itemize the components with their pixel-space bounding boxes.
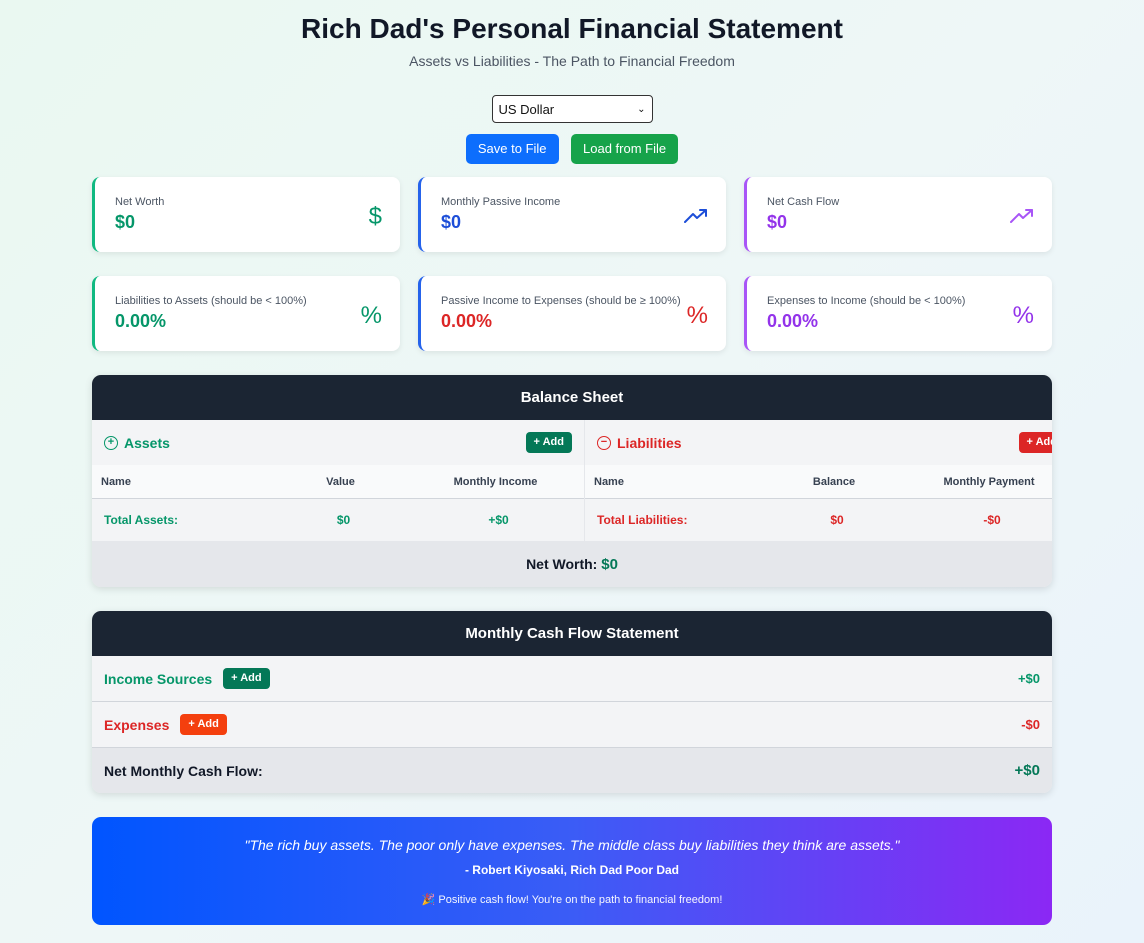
metric-card-net-worth: Net Worth $0 $ — [92, 177, 400, 252]
save-to-file-button[interactable]: Save to File — [465, 134, 559, 164]
status-message: 🎉 Positive cash flow! You're on the path… — [421, 894, 723, 906]
metric-label: Passive Income to Expenses (should be ≥ … — [441, 295, 681, 307]
total-assets-value: $0 — [336, 513, 351, 527]
column-header-name: Name — [594, 475, 624, 488]
metric-value: $0 — [441, 212, 462, 232]
metric-label: Liabilities to Assets (should be < 100%) — [115, 295, 307, 307]
net-worth-label: Net Worth: — [526, 556, 598, 572]
expenses-row: Expenses + Add -$0 — [92, 702, 1052, 748]
metric-value: $0 — [767, 212, 788, 232]
liabilities-total-row: Total Liabilities: $0 -$0 — [585, 499, 1052, 541]
assets-header: + Assets + Add — [92, 420, 584, 465]
income-sources-left: Income Sources + Add — [104, 668, 270, 689]
metric-label: Expenses to Income (should be < 100%) — [767, 295, 966, 307]
balance-sheet-panel: Balance Sheet + Assets + Add Name Value … — [92, 375, 1052, 587]
add-liability-label: Add — [1035, 436, 1052, 448]
column-header-name: Name — [101, 475, 131, 488]
column-header-monthly-payment: Monthly Payment — [943, 475, 1035, 488]
quote-banner: "The rich buy assets. The poor only have… — [92, 817, 1052, 925]
metric-value: 0.00% — [115, 311, 167, 331]
add-income-button[interactable]: + Add — [223, 668, 270, 689]
quote-author: - Robert Kiyosaki, Rich Dad Poor Dad — [464, 863, 680, 877]
assets-heading: + Assets — [104, 435, 170, 451]
liabilities-header: − Liabilities + Add — [585, 420, 1052, 465]
income-total: +$0 — [1017, 671, 1040, 686]
metric-card-passive-to-expenses: Passive Income to Expenses (should be ≥ … — [418, 276, 726, 351]
add-expense-button[interactable]: + Add — [180, 714, 227, 735]
income-sources-row: Income Sources + Add +$0 — [92, 656, 1052, 702]
quote-text: "The rich buy assets. The poor only have… — [244, 837, 900, 853]
metric-value: $0 — [115, 212, 136, 232]
trending-up-icon — [1010, 203, 1034, 231]
metric-label: Monthly Passive Income — [441, 196, 561, 208]
income-sources-label: Income Sources — [104, 670, 213, 687]
load-from-file-button[interactable]: Load from File — [571, 134, 679, 164]
net-worth-row: Net Worth: $0 — [92, 541, 1052, 587]
net-cash-flow-row: Net Monthly Cash Flow: +$0 — [92, 748, 1052, 793]
page-subtitle: Assets vs Liabilities - The Path to Fina… — [409, 53, 735, 69]
net-cash-flow-value: +$0 — [1014, 762, 1040, 779]
plus-circle-icon: + — [104, 435, 118, 450]
cash-flow-panel: Monthly Cash Flow Statement Income Sourc… — [92, 611, 1052, 793]
balance-sheet-columns: + Assets + Add Name Value Monthly Income… — [92, 420, 1052, 541]
percent-icon: % — [1012, 302, 1034, 329]
assets-total-row: Total Assets: $0 +$0 — [92, 499, 584, 541]
total-assets-label: Total Assets: — [104, 513, 179, 527]
expenses-label: Expenses — [104, 716, 170, 733]
minus-circle-icon: − — [597, 435, 611, 450]
expenses-total: -$0 — [1021, 717, 1040, 732]
add-liability-button[interactable]: + Add — [1018, 432, 1052, 453]
assets-column: + Assets + Add Name Value Monthly Income… — [92, 420, 584, 541]
currency-selected-value: US Dollar — [498, 101, 555, 117]
metric-card-passive-income: Monthly Passive Income $0 — [418, 177, 726, 252]
metric-card-expenses-to-income: Expenses to Income (should be < 100%) 0.… — [744, 276, 1052, 351]
currency-row: US Dollar ⌄ — [92, 95, 1052, 123]
metric-label: Net Cash Flow — [767, 196, 840, 208]
currency-select[interactable]: US Dollar ⌄ — [491, 95, 653, 123]
total-liabilities-balance: $0 — [830, 513, 844, 527]
cash-flow-title: Monthly Cash Flow Statement — [92, 611, 1052, 656]
metric-label: Net Worth — [115, 196, 165, 208]
assets-table-header: Name Value Monthly Income — [92, 465, 584, 499]
percent-icon: % — [360, 302, 382, 329]
add-asset-label: Add — [542, 436, 564, 448]
column-header-value: Value — [326, 475, 355, 488]
liabilities-heading-label: Liabilities — [617, 434, 682, 451]
metric-value: 0.00% — [441, 311, 493, 331]
percent-icon: % — [686, 302, 708, 329]
app-container: Rich Dad's Personal Financial Statement … — [92, 0, 1052, 925]
expenses-left: Expenses + Add — [104, 714, 227, 735]
total-liabilities-label: Total Liabilities: — [597, 513, 688, 527]
metric-card-liabilities-to-assets: Liabilities to Assets (should be < 100%)… — [92, 276, 400, 351]
metric-value: 0.00% — [767, 311, 819, 331]
assets-heading-label: Assets — [124, 434, 170, 451]
total-liabilities-payment: -$0 — [983, 513, 1001, 527]
metric-card-net-cash-flow: Net Cash Flow $0 — [744, 177, 1052, 252]
liabilities-heading: − Liabilities — [597, 435, 682, 451]
total-assets-income: +$0 — [488, 513, 509, 527]
net-worth-value: $0 — [601, 556, 618, 573]
page-title: Rich Dad's Personal Financial Statement — [301, 13, 843, 44]
add-income-label: Add — [240, 672, 262, 684]
file-actions: Save to File Load from File — [92, 134, 1052, 165]
chevron-down-icon: ⌄ — [637, 103, 646, 115]
column-header-monthly-income: Monthly Income — [453, 475, 538, 488]
column-header-balance: Balance — [812, 475, 856, 488]
liabilities-table-header: Name Balance Monthly Payment — [585, 465, 1052, 499]
balance-sheet-title: Balance Sheet — [92, 375, 1052, 420]
add-asset-button[interactable]: + Add — [525, 432, 572, 453]
liabilities-column: − Liabilities + Add Name Balance Monthly… — [584, 420, 1052, 541]
add-expense-label: Add — [197, 718, 219, 730]
trending-up-icon — [684, 203, 708, 231]
dollar-icon: $ — [368, 203, 382, 230]
net-cash-flow-label: Net Monthly Cash Flow: — [104, 762, 263, 779]
metrics-grid: Net Worth $0 $ Monthly Passive Income $0… — [92, 177, 1052, 351]
